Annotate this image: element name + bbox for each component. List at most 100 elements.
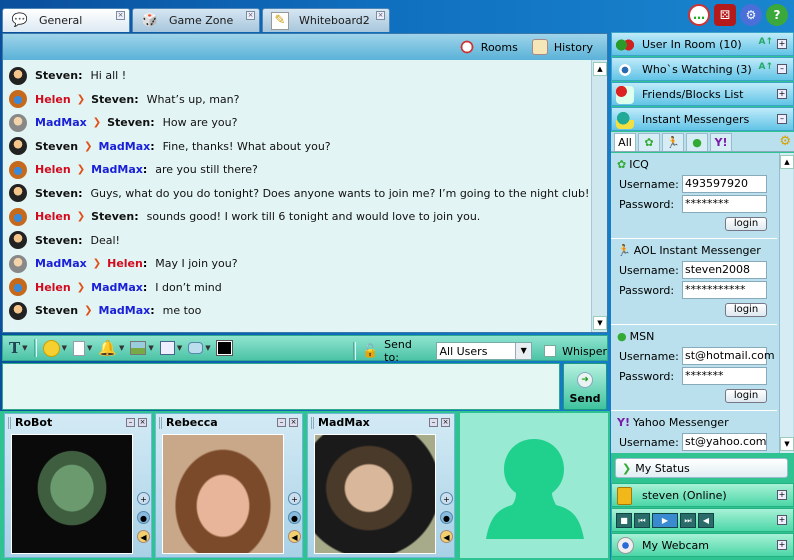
whos-watching-header[interactable]: Who`s Watching (3) A↑ – — [611, 57, 794, 81]
sender-name[interactable]: Steven — [35, 140, 78, 153]
recipient-name[interactable]: Steven — [91, 93, 134, 106]
aim-login-button[interactable]: login — [725, 303, 767, 317]
expand-icon[interactable]: + — [777, 540, 787, 550]
previous-icon[interactable]: ⏮ — [634, 512, 650, 528]
chat-bubbles-icon[interactable]: … — [688, 4, 710, 26]
dice-icon[interactable]: ⚄ — [714, 4, 736, 26]
drag-handle[interactable] — [311, 417, 314, 429]
helen-avatar-icon[interactable] — [9, 278, 27, 297]
drag-handle[interactable] — [8, 417, 11, 429]
sender-name[interactable]: Helen — [35, 210, 71, 223]
zoom-in-icon[interactable]: + — [288, 492, 301, 505]
im-tab-icq[interactable]: ✿ — [638, 133, 660, 151]
close-icon[interactable]: × — [289, 418, 298, 427]
aim-password-field[interactable]: *********** — [682, 281, 767, 299]
webcam-icon[interactable]: ● — [440, 511, 453, 524]
sender-name[interactable]: Steven — [35, 69, 78, 82]
close-tab-icon[interactable]: × — [116, 11, 125, 20]
scroll-down-button[interactable]: ▼ — [593, 316, 607, 330]
font-button[interactable]: T ▼ — [9, 339, 28, 357]
icq-login-button[interactable]: login — [725, 217, 767, 231]
my-webcam-header[interactable]: My Webcam + — [611, 533, 794, 557]
send-button[interactable]: ➜ Send — [563, 363, 607, 410]
recipient-name[interactable]: Steven — [91, 210, 134, 223]
minimize-icon[interactable]: – — [126, 418, 135, 427]
madmax-avatar-icon[interactable] — [9, 254, 27, 273]
message-input[interactable] — [2, 363, 560, 410]
speaker-icon[interactable]: ◀ — [440, 530, 453, 543]
sender-name[interactable]: Helen — [35, 93, 71, 106]
sort-az-icon[interactable]: A↑ — [758, 37, 773, 47]
image-button[interactable]: ▼ — [130, 341, 154, 355]
im-tab-yahoo[interactable]: Y! — [710, 133, 732, 151]
unlock-icon[interactable]: 🔓 — [362, 344, 378, 359]
expand-icon[interactable]: + — [777, 39, 787, 49]
close-tab-icon[interactable]: × — [376, 11, 385, 20]
steven-avatar-icon[interactable] — [9, 301, 27, 320]
msn-login-button[interactable]: login — [725, 389, 767, 403]
im-scrollbar[interactable]: ▲ ▼ — [779, 153, 794, 453]
recipient-name[interactable]: MadMax — [91, 163, 143, 176]
help-icon[interactable]: ? — [766, 4, 788, 26]
icq-password-field[interactable]: ******** — [682, 195, 767, 213]
sound-button[interactable]: 🔔 ▼ — [98, 339, 124, 357]
speech-bubble-button[interactable]: ▼ — [188, 342, 211, 354]
chevron-down-icon[interactable]: ▼ — [515, 343, 532, 359]
chat-scrollbar[interactable]: ▲ ▼ — [591, 60, 607, 332]
helen-avatar-icon[interactable] — [9, 90, 27, 109]
tab-game-zone[interactable]: 🎲 Game Zone × — [132, 8, 260, 32]
user-status-header[interactable]: steven (Online) + — [611, 483, 794, 507]
next-icon[interactable]: ⏭ — [680, 512, 696, 528]
tab-whiteboard2[interactable]: ✎ Whiteboard2 × — [262, 8, 390, 32]
instant-messengers-header[interactable]: Instant Messengers – — [611, 107, 794, 131]
steven-avatar-icon[interactable] — [9, 184, 27, 203]
yahoo-username-field[interactable]: st@yahoo.com — [682, 433, 767, 451]
collapse-icon[interactable]: – — [777, 114, 787, 124]
expand-icon[interactable]: + — [777, 515, 787, 525]
zoom-in-icon[interactable]: + — [137, 492, 150, 505]
expand-icon[interactable]: + — [777, 490, 787, 500]
tab-general[interactable]: 💬 General × — [2, 8, 130, 32]
drag-handle[interactable] — [159, 417, 162, 429]
minimize-icon[interactable]: – — [429, 418, 438, 427]
recipient-name[interactable]: MadMax — [99, 140, 151, 153]
sender-name[interactable]: Steven — [35, 187, 78, 200]
im-tab-aim[interactable]: 🏃 — [662, 133, 684, 151]
emoticons-button[interactable]: ▼ — [42, 339, 67, 357]
steven-avatar-icon[interactable] — [9, 66, 27, 85]
helen-avatar-icon[interactable] — [9, 160, 27, 179]
sender-name[interactable]: Steven — [35, 234, 78, 247]
scroll-down-button[interactable]: ▼ — [780, 437, 794, 451]
minimize-icon[interactable]: – — [277, 418, 286, 427]
im-tab-all[interactable]: All — [614, 133, 636, 151]
sender-name[interactable]: Helen — [35, 281, 71, 294]
speaker-icon[interactable]: ◀ — [288, 530, 301, 543]
msn-password-field[interactable]: ******* — [682, 367, 767, 385]
play-icon[interactable]: ▶ — [652, 512, 678, 528]
close-icon[interactable]: × — [441, 418, 450, 427]
rooms-button[interactable]: Rooms — [458, 39, 518, 55]
expand-icon[interactable]: + — [777, 89, 787, 99]
stop-icon[interactable]: ■ — [616, 512, 632, 528]
msn-username-field[interactable]: st@hotmail.com — [682, 347, 775, 365]
settings-gear-icon[interactable]: ⚙ — [779, 134, 791, 149]
settings-gear-icon[interactable]: ⚙ — [740, 4, 762, 26]
sender-name[interactable]: MadMax — [35, 257, 87, 270]
im-tab-msn[interactable]: ● — [686, 133, 708, 151]
webcam-icon[interactable]: ● — [288, 511, 301, 524]
send-to-select[interactable]: All Users ▼ — [435, 342, 533, 360]
recipient-name[interactable]: MadMax — [99, 304, 151, 317]
scroll-up-button[interactable]: ▲ — [593, 62, 607, 76]
recipient-name[interactable]: MadMax — [91, 281, 143, 294]
file-transfer-button[interactable]: ▼ — [72, 340, 92, 356]
steven-avatar-icon[interactable] — [9, 137, 27, 156]
collapse-icon[interactable]: – — [777, 64, 787, 74]
history-button[interactable]: History — [531, 39, 593, 55]
icq-username-field[interactable]: 493597920 — [682, 175, 767, 193]
volume-icon[interactable]: ◀ — [698, 512, 714, 528]
madmax-avatar-icon[interactable] — [9, 113, 27, 132]
sort-az-icon[interactable]: A↑ — [758, 62, 773, 72]
close-tab-icon[interactable]: × — [246, 11, 255, 20]
helen-avatar-icon[interactable] — [9, 207, 27, 226]
user-in-room-header[interactable]: User In Room (10) A↑ + — [611, 32, 794, 56]
